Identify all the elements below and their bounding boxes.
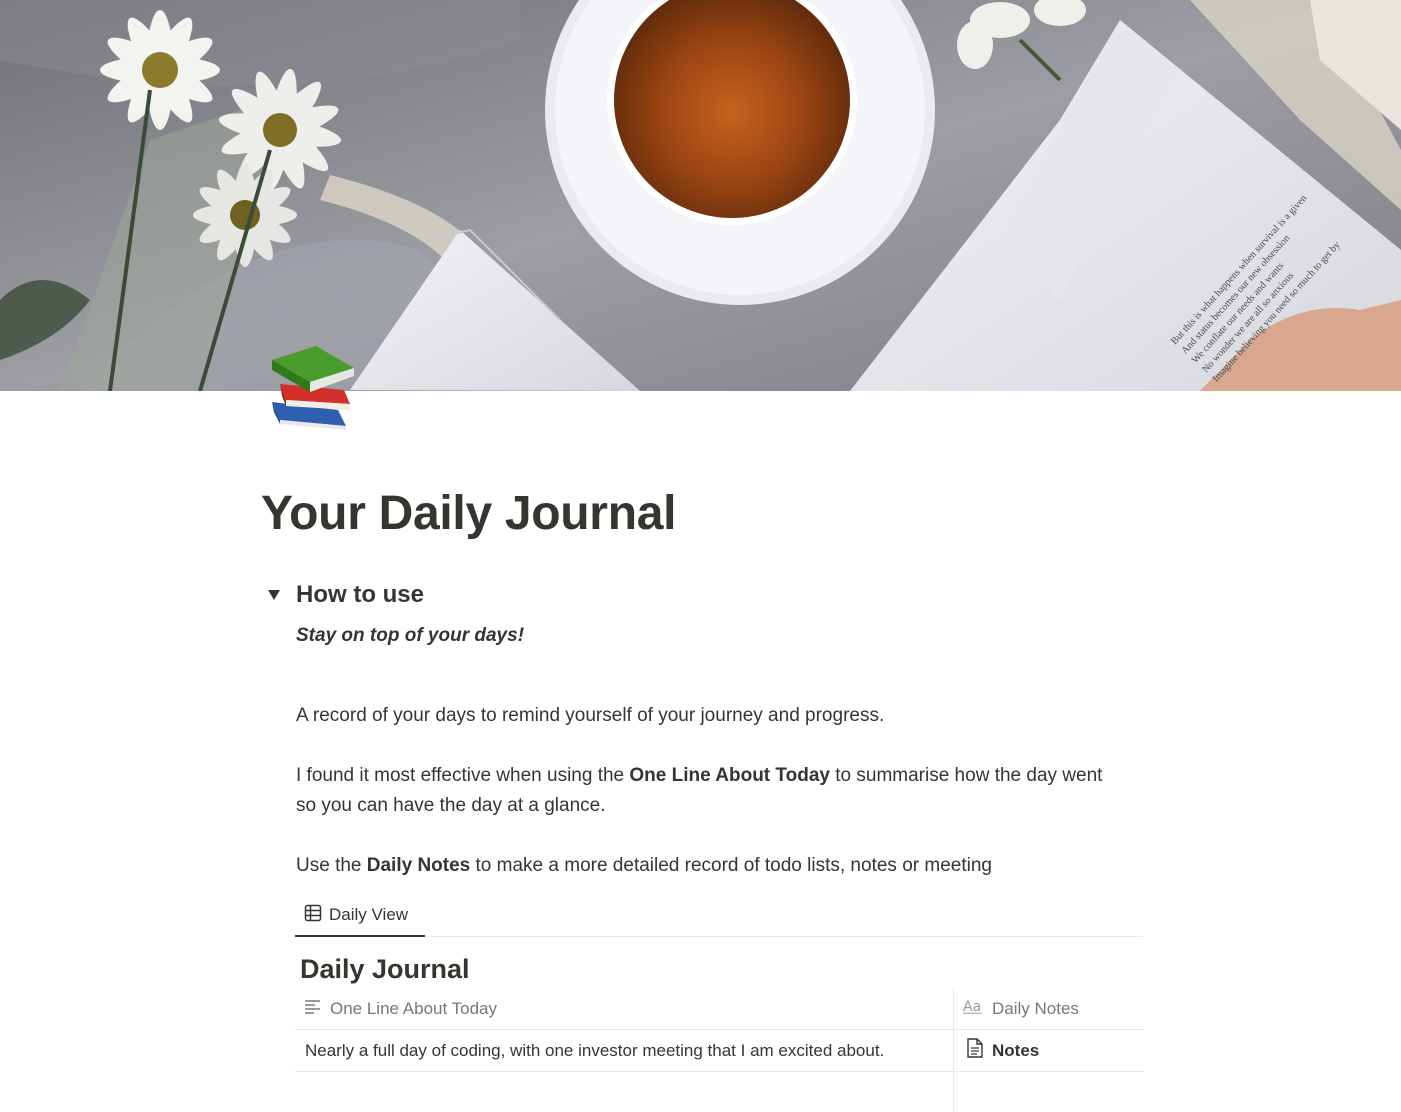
books-icon[interactable] [266, 340, 362, 436]
page-icon [966, 1038, 983, 1063]
paragraph-intro[interactable]: A record of your days to remind yourself… [296, 701, 1146, 731]
cover-image: But this is what happens when survival i… [0, 0, 1401, 391]
cover-photo: But this is what happens when survival i… [0, 0, 1401, 391]
view-tabs: Daily View [295, 895, 1143, 937]
tab-label: Daily View [329, 905, 409, 924]
toggle-title[interactable]: How to use [296, 581, 424, 609]
empty-cell[interactable] [295, 1072, 954, 1112]
database-title[interactable]: Daily Journal [300, 950, 470, 988]
cell-daily-notes[interactable]: Notes [954, 1030, 1144, 1071]
table-row[interactable]: Nearly a full day of coding, with one in… [295, 1030, 1144, 1072]
tagline[interactable]: Stay on top of your days! [296, 621, 1146, 651]
paragraph-text: to make a more detailed record of todo l… [470, 855, 992, 876]
column-header-daily-notes[interactable]: Aa Daily Notes [954, 988, 1144, 1029]
column-header-label: Daily Notes [992, 998, 1079, 1018]
table-row-empty [295, 1072, 1144, 1112]
text-lines-icon [304, 998, 321, 1019]
title-aa-icon: Aa [963, 998, 983, 1019]
paragraph-one-line[interactable]: I found it most effective when using the… [296, 761, 1126, 821]
toggle-how-to-use: How to use [262, 578, 424, 612]
column-header-label: One Line About Today [330, 998, 497, 1018]
paragraph-daily-notes[interactable]: Use the Daily Notes to make a more detai… [296, 851, 1146, 881]
table-header: One Line About Today Aa Daily Notes [295, 988, 1144, 1030]
tab-daily-view[interactable]: Daily View [295, 895, 425, 937]
notes-page-link: Notes [992, 1040, 1040, 1060]
paragraph-text: Use the [296, 855, 367, 876]
page-title[interactable]: Your Daily Journal [261, 484, 676, 544]
column-header-one-line[interactable]: One Line About Today [295, 988, 954, 1029]
paragraph-text: I found it most effective when using the [296, 765, 630, 786]
svg-text:Aa: Aa [963, 999, 981, 1014]
cell-one-line[interactable]: Nearly a full day of coding, with one in… [295, 1030, 954, 1071]
toggle-arrow-icon[interactable] [262, 583, 286, 607]
bold-term: One Line About Today [629, 765, 830, 786]
database-table: One Line About Today Aa Daily Notes Near… [295, 988, 1144, 1112]
bold-term: Daily Notes [366, 855, 471, 876]
table-icon [304, 904, 322, 927]
